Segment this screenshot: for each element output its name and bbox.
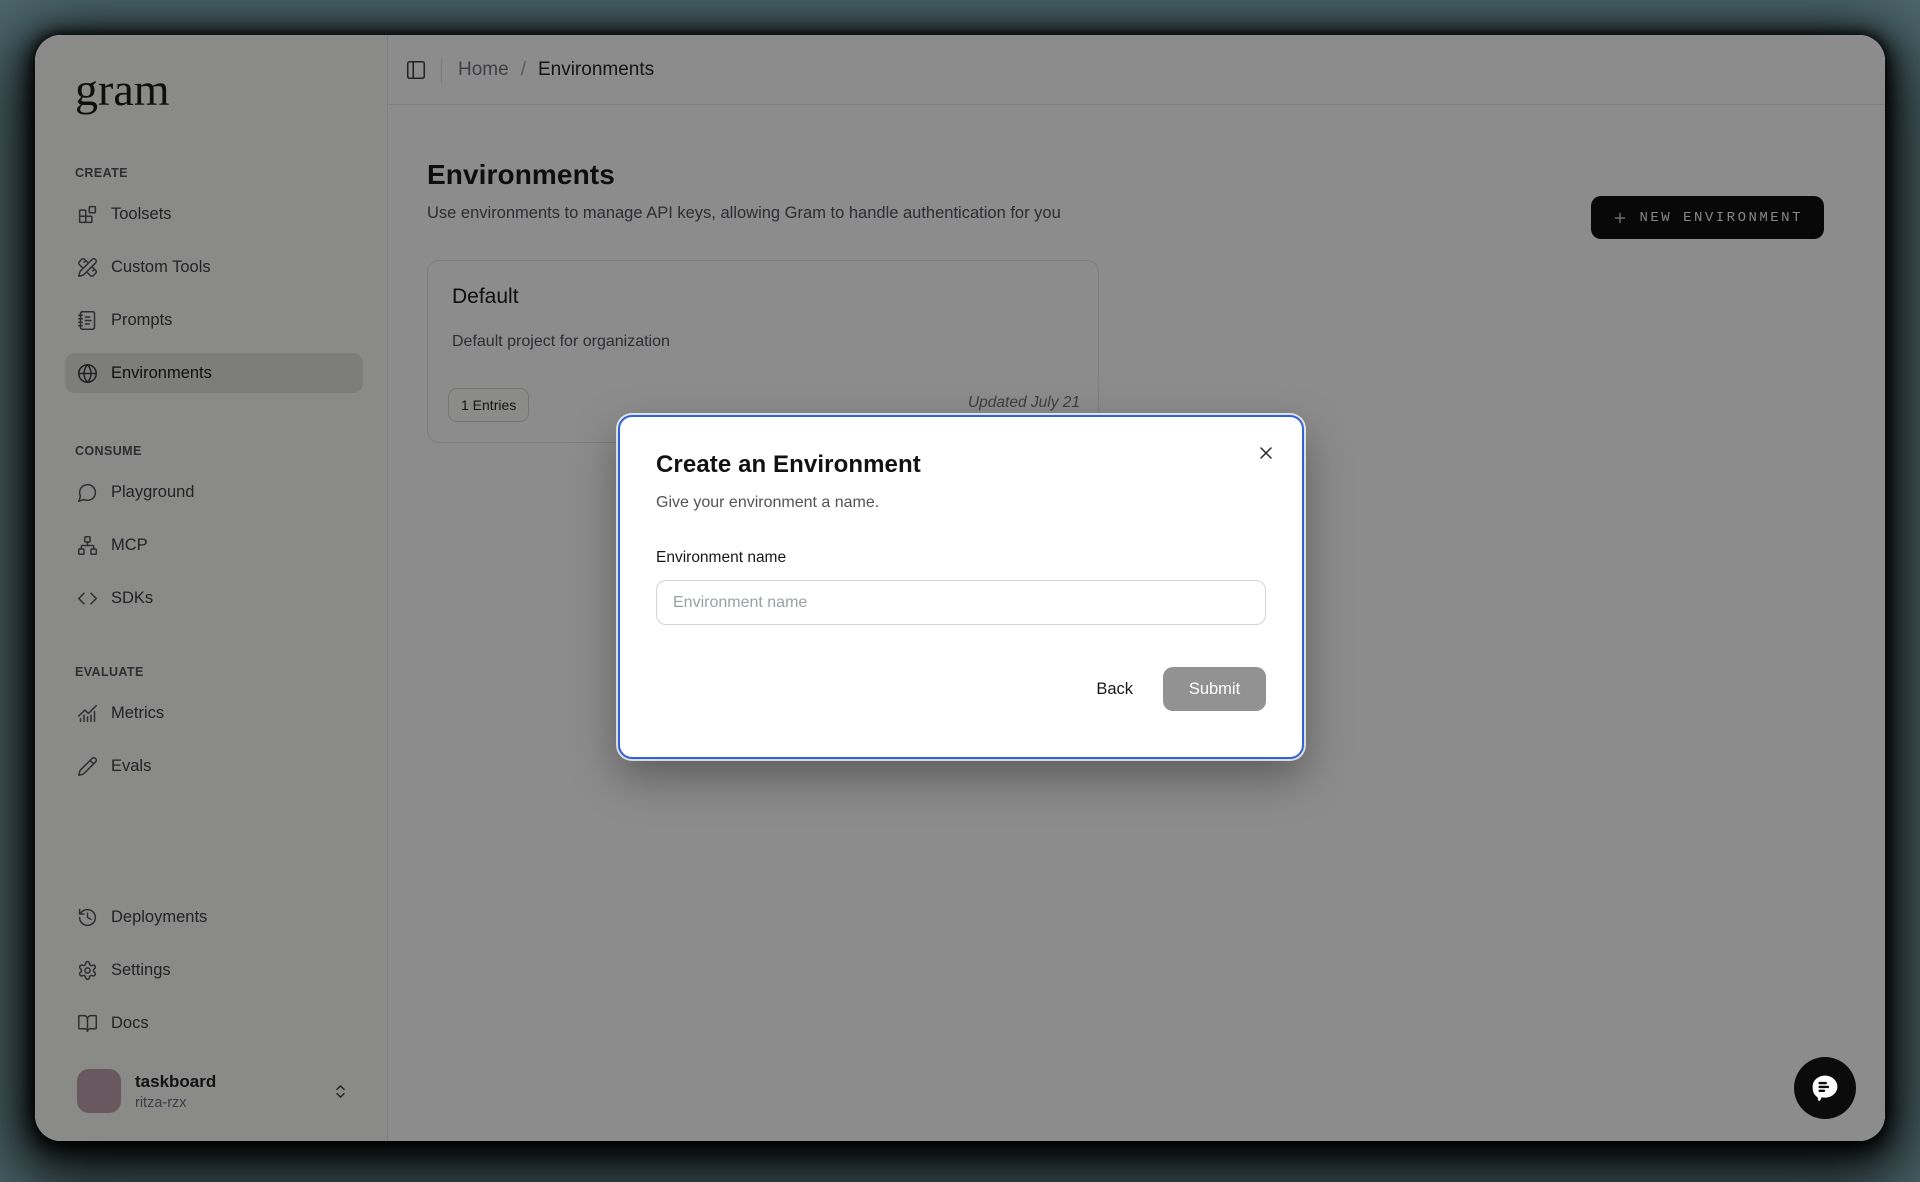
modal-footer: Back Submit [656,667,1266,711]
chat-launcher-button[interactable] [1794,1057,1856,1119]
app-window: gram CREATE Toolsets Custom Tools Promp [35,35,1885,1141]
modal-subtitle: Give your environment a name. [656,494,1266,512]
back-button[interactable]: Back [1096,680,1133,699]
create-environment-modal: Create an Environment Give your environm… [618,415,1304,759]
submit-button[interactable]: Submit [1163,667,1266,711]
close-icon[interactable] [1256,443,1276,463]
chat-bubble-icon [1807,1070,1843,1106]
modal-title: Create an Environment [656,451,1266,479]
environment-name-input[interactable] [656,580,1266,625]
environment-name-label: Environment name [656,549,1266,567]
